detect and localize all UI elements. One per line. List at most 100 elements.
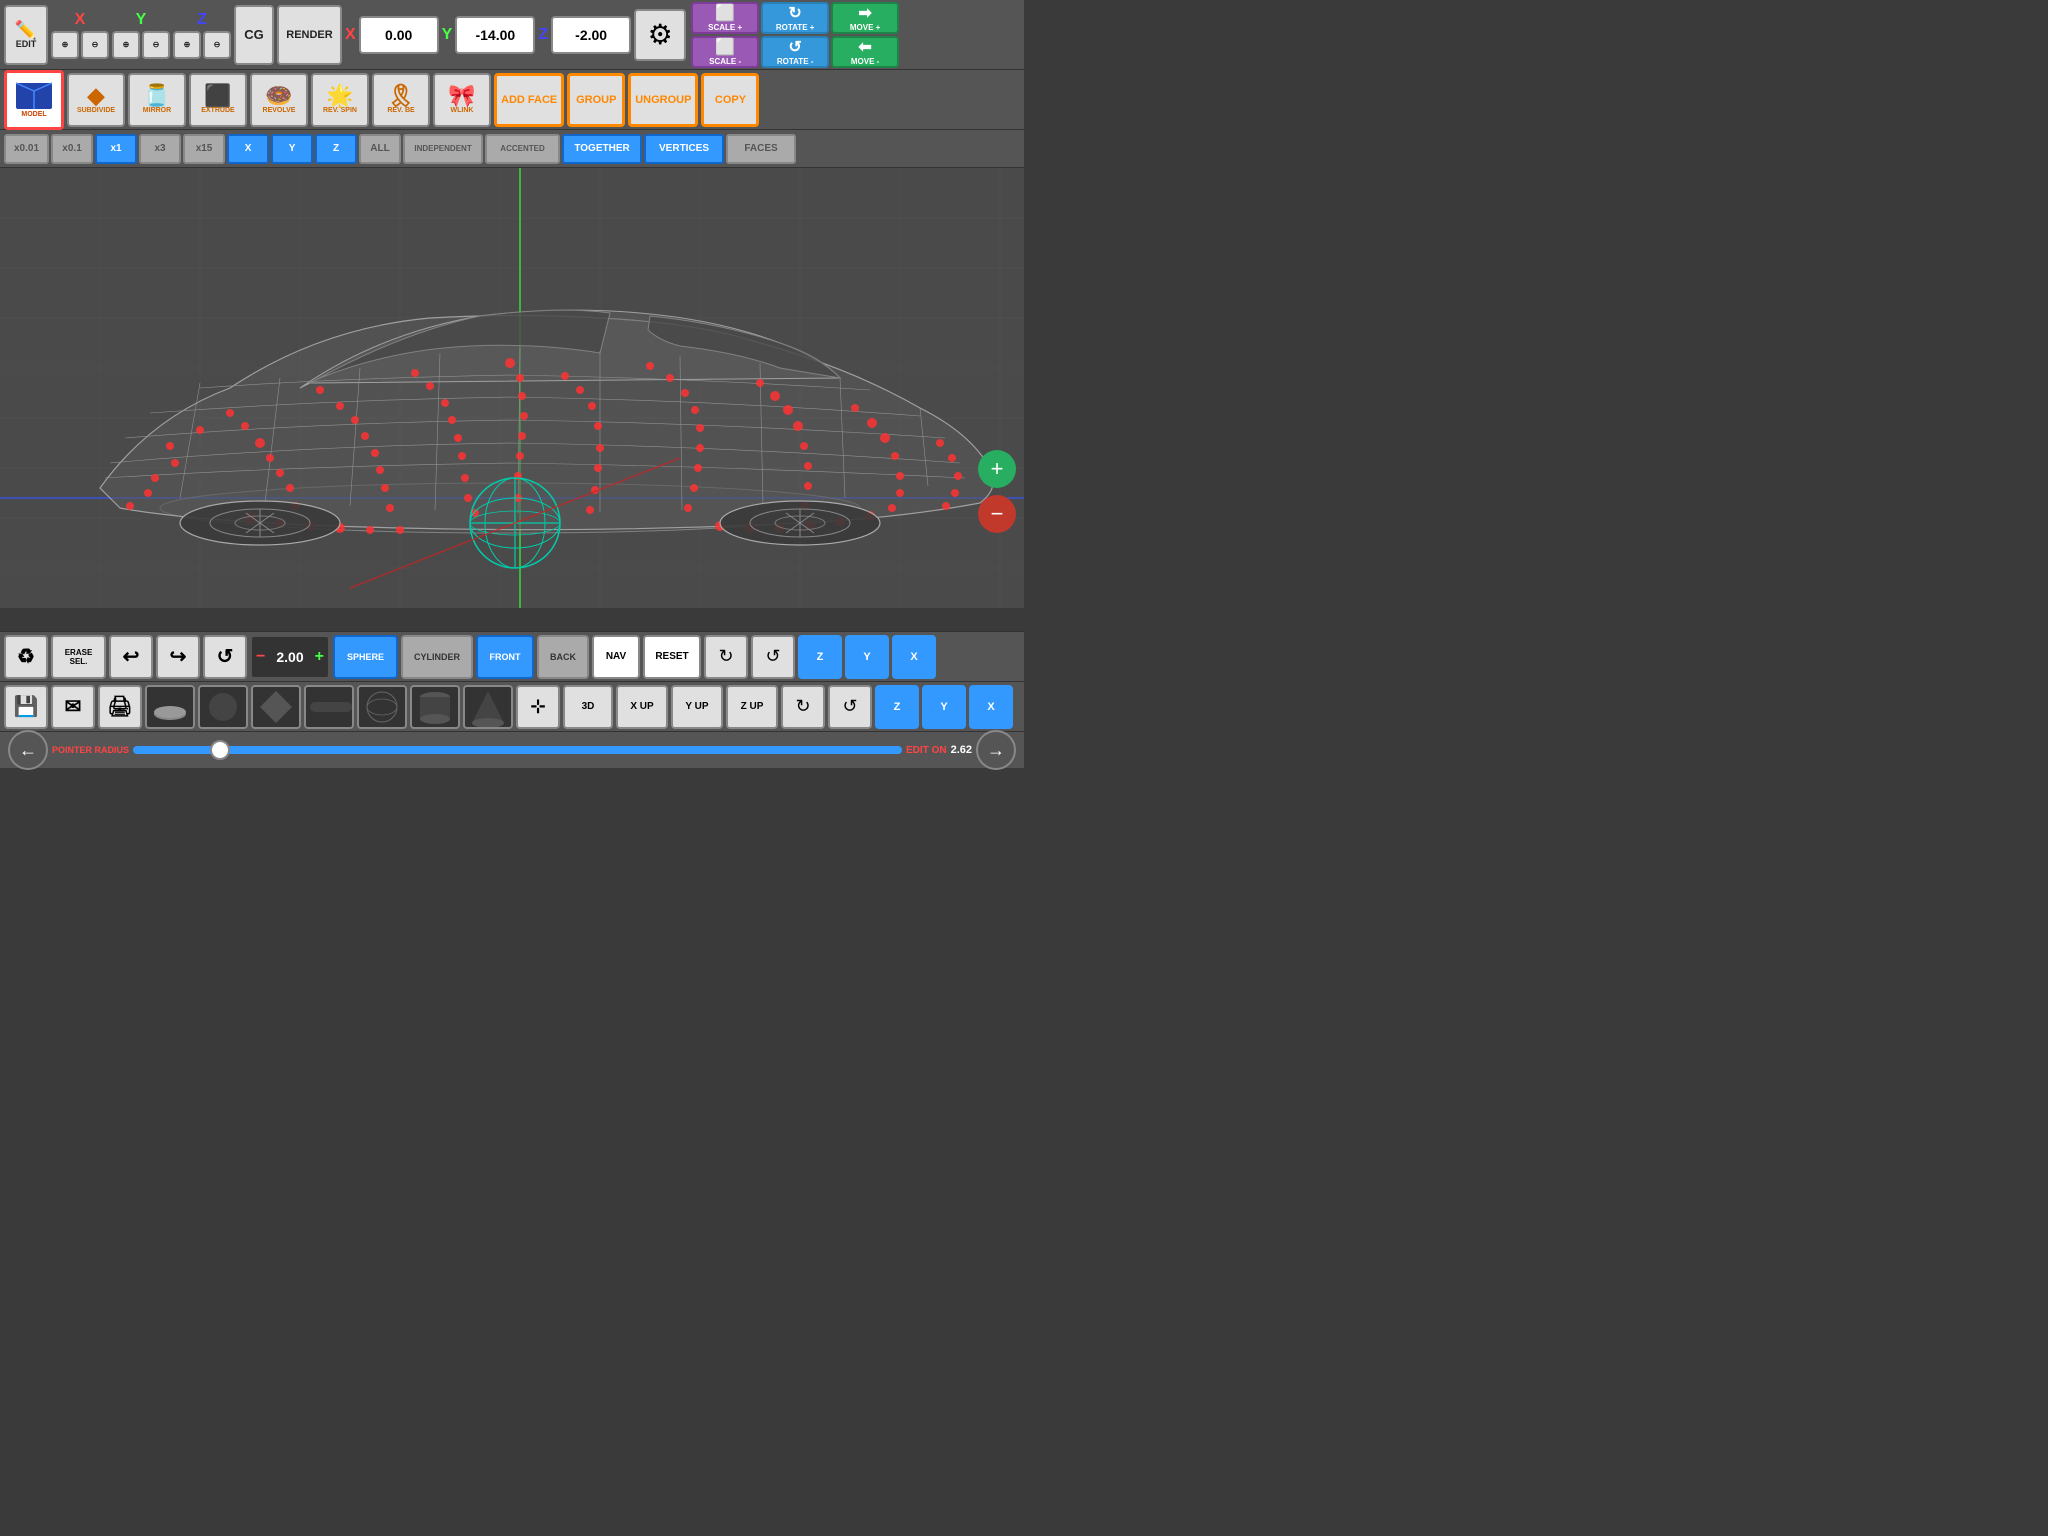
z-up-button[interactable]: Z UP <box>726 685 778 729</box>
z-coord-label: Z <box>538 26 548 44</box>
extrude-label: EXTRUDE <box>201 107 234 114</box>
scale-minus-button[interactable]: ⬜ SCALE - <box>691 36 759 68</box>
shape-capsule-btn[interactable] <box>304 685 354 729</box>
z-pos-arrow[interactable]: ⊕ <box>173 31 201 59</box>
view-z2-button[interactable]: Z <box>875 685 919 729</box>
together-button[interactable]: TOGETHER <box>562 134 642 164</box>
rev-be-button[interactable]: 🎗 REV. BE <box>372 73 430 127</box>
back-button[interactable]: BACK <box>537 635 589 679</box>
edit-button[interactable]: ✏️ EDIT <box>4 5 48 65</box>
add-face-button[interactable]: ADD FACE <box>494 73 564 127</box>
group-button[interactable]: GROUP <box>567 73 625 127</box>
bottom-row2: 💾 ✉ 🖨 <box>0 682 1024 732</box>
shape-cylinder-btn[interactable] <box>410 685 460 729</box>
shape-flat-btn[interactable] <box>145 685 195 729</box>
recycle-button[interactable]: ♻ <box>4 635 48 679</box>
shape-sphere-btn[interactable] <box>357 685 407 729</box>
y-coord-input[interactable] <box>455 16 535 54</box>
nav-button[interactable]: NAV <box>592 635 640 679</box>
rot-xz2-button[interactable]: ↻ <box>781 685 825 729</box>
shape-circle-btn[interactable] <box>198 685 248 729</box>
extrude-button[interactable]: ⬛ EXTRUDE <box>189 73 247 127</box>
copy-button[interactable]: COPY <box>701 73 759 127</box>
rot-xz-button[interactable]: ↻ <box>704 635 748 679</box>
x-neg-arrow[interactable]: ⊖ <box>81 31 109 59</box>
viewport[interactable]: + − <box>0 168 1024 608</box>
x-coord-input[interactable] <box>359 16 439 54</box>
axis-z-button[interactable]: Z <box>315 134 357 164</box>
sphere-button[interactable]: SPHERE <box>333 635 398 679</box>
pointer-radius-slider[interactable] <box>133 746 902 754</box>
erase-sel-label: ERASESEL. <box>65 648 93 666</box>
rev-be-label: REV. BE <box>387 107 414 114</box>
wlink-button[interactable]: 🎀 WLINK <box>433 73 491 127</box>
view-y-button[interactable]: Y <box>845 635 889 679</box>
print-icon: 🖨 <box>107 694 132 719</box>
value-input[interactable]: − 2.00 + <box>250 635 330 679</box>
revolve-button[interactable]: 🍩 REVOLVE <box>250 73 308 127</box>
axis-z-label: Z <box>333 143 339 154</box>
front-button[interactable]: FRONT <box>476 635 534 679</box>
vertices-button[interactable]: VERTICES <box>644 134 724 164</box>
shape-diamond-btn[interactable] <box>251 685 301 729</box>
y-pos-arrow[interactable]: ⊕ <box>112 31 140 59</box>
scale-x3-button[interactable]: x3 <box>139 134 181 164</box>
view-z-button[interactable]: Z <box>798 635 842 679</box>
subdivide-button[interactable]: ◆ SUBDIVIDE <box>67 73 125 127</box>
cylinder-button[interactable]: CYLINDER <box>401 635 473 679</box>
mirror-icon: 🫙 <box>143 85 170 107</box>
undo2-button[interactable]: ↪ <box>156 635 200 679</box>
scale-plus-button[interactable]: ⬜ SCALE + <box>691 2 759 34</box>
model-button[interactable]: MODEL <box>4 70 64 130</box>
cg-button[interactable]: CG <box>234 5 274 65</box>
z-neg-arrow[interactable]: ⊖ <box>203 31 231 59</box>
y-up-label: Y UP <box>685 701 708 712</box>
scale-x1-button[interactable]: x1 <box>95 134 137 164</box>
rotate-plus-button[interactable]: ↻ ROTATE + <box>761 2 829 34</box>
render-button[interactable]: RENDER <box>277 5 342 65</box>
save-button[interactable]: 💾 <box>4 685 48 729</box>
view-y2-button[interactable]: Y <box>922 685 966 729</box>
viewport-canvas[interactable] <box>0 168 1024 608</box>
scale-x15-button[interactable]: x15 <box>183 134 225 164</box>
z-coord-input[interactable] <box>551 16 631 54</box>
nav-label: NAV <box>606 651 626 662</box>
nav-left-button[interactable]: ← <box>8 730 48 770</box>
axis-all-button[interactable]: ALL <box>359 134 401 164</box>
reset-button[interactable]: RESET <box>643 635 701 679</box>
undo-button[interactable]: ↩ <box>109 635 153 679</box>
mirror-button[interactable]: 🫙 MIRROR <box>128 73 186 127</box>
redo-button[interactable]: ↺ <box>203 635 247 679</box>
rot-yz-button[interactable]: ↺ <box>751 635 795 679</box>
shape-cone-btn[interactable] <box>463 685 513 729</box>
x-up-button[interactable]: X UP <box>616 685 668 729</box>
erase-sel-button[interactable]: ERASESEL. <box>51 635 106 679</box>
independent-button[interactable]: INDEPENDENT <box>403 134 483 164</box>
view-x-button[interactable]: X <box>892 635 936 679</box>
zoom-in-button[interactable]: + <box>978 450 1016 488</box>
view-3d-button[interactable]: 3D <box>563 685 613 729</box>
move-arrows-button[interactable]: ⊹ <box>516 685 560 729</box>
axis-y-button[interactable]: Y <box>271 134 313 164</box>
undo-icon: ↩ <box>123 644 140 669</box>
axis-x-button[interactable]: X <box>227 134 269 164</box>
move-plus-button[interactable]: ➡ MOVE + <box>831 2 899 34</box>
ungroup-button[interactable]: UNGROUP <box>628 73 698 127</box>
accented-button[interactable]: ACCENTED <box>485 134 560 164</box>
y-neg-arrow[interactable]: ⊖ <box>142 31 170 59</box>
faces-button[interactable]: FACES <box>726 134 796 164</box>
move-minus-button[interactable]: ⬅ MOVE - <box>831 36 899 68</box>
rotate-minus-button[interactable]: ↺ ROTATE - <box>761 36 829 68</box>
print-button[interactable]: 🖨 <box>98 685 142 729</box>
settings-button[interactable]: ⚙ <box>634 9 686 61</box>
nav-right-button[interactable]: → <box>976 730 1016 770</box>
zoom-out-button[interactable]: − <box>978 495 1016 533</box>
x-pos-arrow[interactable]: ⊕ <box>51 31 79 59</box>
y-up-button[interactable]: Y UP <box>671 685 723 729</box>
view-x2-button[interactable]: X <box>969 685 1013 729</box>
scale-x001-button[interactable]: x0.01 <box>4 134 49 164</box>
rev-spin-button[interactable]: 🌟 REV. SPIN <box>311 73 369 127</box>
email-button[interactable]: ✉ <box>51 685 95 729</box>
scale-x01-button[interactable]: x0.1 <box>51 134 93 164</box>
rot-yz2-button[interactable]: ↺ <box>828 685 872 729</box>
